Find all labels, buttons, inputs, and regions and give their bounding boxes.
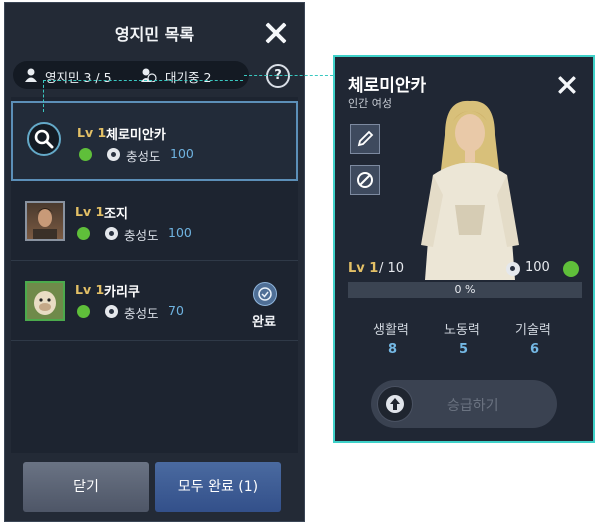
complete-all-button[interactable]: 모두 완료 (1)	[155, 462, 281, 512]
list-item[interactable]: Lv 1 카리쿠 충성도 70 완료	[11, 261, 298, 341]
experience-progress-bar: 0 %	[348, 282, 582, 298]
detail-name: 체로미안카	[348, 76, 427, 96]
resident-count: 영지민 3 / 5	[45, 70, 112, 85]
loyalty-icon	[105, 305, 118, 318]
connector-line	[43, 80, 243, 81]
resident-portrait	[25, 201, 65, 241]
upgrade-button[interactable]: 승급하기	[371, 380, 557, 428]
detail-level-max: / 10	[379, 261, 405, 276]
loyalty-label: 충성도	[126, 149, 161, 164]
smile-icon	[79, 148, 92, 161]
smile-icon	[77, 227, 90, 240]
loyalty-label: 충성도	[124, 306, 159, 321]
detail-loyalty: 100	[525, 260, 550, 275]
person-icon	[25, 68, 37, 82]
pencil-icon	[357, 130, 374, 147]
stat-label: 기술력	[515, 323, 551, 338]
stat-label: 생활력	[373, 323, 409, 338]
resident-list: Lv 1 체로미안카 충성도 100 Lv 1 조지 충성도 100 Lv 1 …	[11, 97, 298, 453]
waiting-count: 대기중 2	[165, 70, 212, 85]
loyalty-value: 100	[168, 225, 192, 240]
character-portrait	[421, 100, 519, 280]
resident-name: 카리쿠	[104, 285, 140, 300]
upgrade-label: 승급하기	[447, 398, 499, 414]
arrow-up-icon	[386, 395, 404, 413]
connector-line	[43, 80, 44, 112]
inspect-button[interactable]	[27, 122, 61, 156]
loyalty-value: 100	[170, 146, 194, 161]
close-icon[interactable]	[263, 20, 289, 46]
upgrade-arrow-badge	[377, 386, 413, 422]
loyalty-label: 충성도	[124, 228, 159, 243]
male-portrait-icon	[33, 208, 57, 239]
detail-subtitle: 인간 여성	[348, 97, 392, 110]
ban-icon	[357, 172, 373, 188]
panel-title: 영지민 목록	[114, 25, 195, 44]
level-label: Lv 1	[75, 282, 105, 297]
list-item[interactable]: Lv 1 체로미안카 충성도 100	[11, 101, 298, 181]
help-button[interactable]: ?	[266, 64, 290, 88]
creature-portrait-icon	[34, 291, 56, 315]
stat-value: 8	[388, 342, 398, 357]
progress-label: 0 %	[454, 283, 476, 296]
rename-button[interactable]	[350, 124, 380, 154]
connector-line	[244, 75, 333, 76]
refresh-check-icon	[258, 287, 272, 301]
stat-value: 6	[530, 342, 540, 357]
level-label: Lv 1	[75, 204, 105, 219]
detail-level: Lv 1	[348, 261, 379, 276]
loyalty-icon	[506, 262, 520, 276]
stat-value: 5	[459, 342, 469, 357]
complete-check-icon[interactable]	[253, 282, 277, 306]
search-icon	[34, 129, 54, 149]
resident-detail-panel: 체로미안카 인간 여성 Lv 1 / 10 100 0 % 생활력 노동력 기술…	[333, 55, 595, 443]
resident-name: 체로미안카	[106, 128, 166, 143]
smile-icon	[77, 305, 90, 318]
close-button[interactable]: 닫기	[23, 462, 149, 512]
complete-status: 완료	[252, 315, 276, 330]
smile-icon	[563, 261, 579, 277]
resident-portrait	[25, 281, 65, 321]
loyalty-value: 70	[168, 303, 184, 318]
loyalty-icon	[107, 148, 120, 161]
resident-name: 조지	[104, 207, 128, 222]
loyalty-icon	[105, 227, 118, 240]
list-item[interactable]: Lv 1 조지 충성도 100	[11, 181, 298, 261]
stat-label: 노동력	[444, 323, 480, 338]
level-label: Lv 1	[77, 125, 107, 140]
dismiss-button[interactable]	[350, 165, 380, 195]
resident-status-bar: 영지민 3 / 5 대기중 2	[13, 61, 249, 89]
close-icon[interactable]	[556, 74, 578, 96]
